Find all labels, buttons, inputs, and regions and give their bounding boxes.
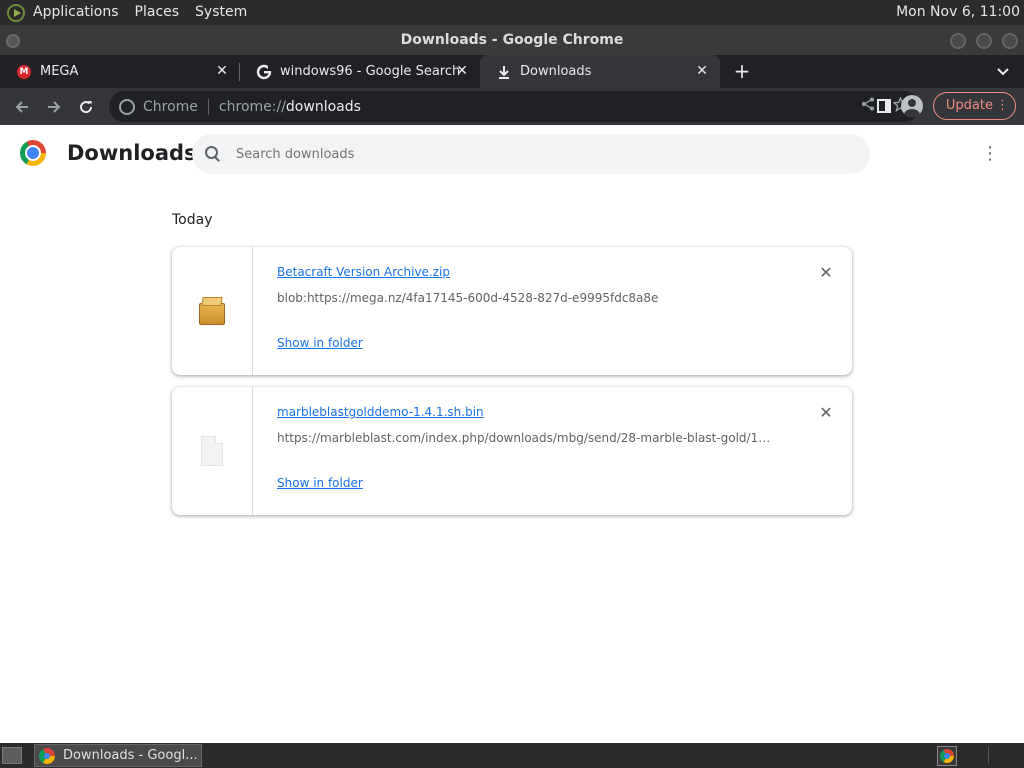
update-button[interactable]: Update ⋮ [932, 92, 1016, 120]
close-tab-icon[interactable]: ✕ [214, 63, 230, 79]
file-icon-area [172, 387, 253, 515]
remove-download-close-icon[interactable]: ✕ [818, 265, 834, 281]
taskbar-window-label: Downloads - Googl... [63, 748, 198, 763]
download-source-url: blob:https://mega.nz/4fa17145-600d-4528-… [277, 291, 659, 305]
tab-mega[interactable]: M MEGA ✕ [0, 55, 240, 88]
tab-label: Downloads [520, 64, 592, 79]
forward-button[interactable] [40, 93, 68, 121]
browser-toolbar: Chrome chrome://downloads Update ⋮ [0, 88, 1024, 125]
chrome-logo-icon [20, 140, 46, 166]
system-menu[interactable]: System [187, 0, 255, 25]
places-menu[interactable]: Places [127, 0, 188, 25]
downloads-header: Downloads ⋮ [0, 126, 1024, 182]
chrome-page-icon [119, 98, 135, 115]
page-menu-icon[interactable]: ⋮ [980, 144, 1000, 164]
side-panel-icon[interactable] [876, 99, 891, 113]
search-icon [204, 145, 222, 163]
show-desktop-icon[interactable] [2, 747, 22, 764]
new-tab-button[interactable]: + [726, 55, 758, 88]
address-bar[interactable]: Chrome chrome://downloads [109, 91, 920, 122]
close-tab-icon[interactable]: ✕ [454, 63, 470, 79]
tab-label: MEGA [40, 64, 79, 79]
minimize-button[interactable] [950, 33, 966, 49]
tab-search-chevron-icon[interactable] [994, 63, 1012, 81]
close-window-button[interactable] [1002, 33, 1018, 49]
desktop-taskbar: Downloads - Googl... [0, 743, 1024, 768]
download-item: Betacraft Version Archive.zip blob:https… [172, 247, 852, 375]
panel-clock[interactable]: Mon Nov 6, 11:00 [896, 0, 1020, 25]
url-path: downloads [285, 98, 361, 115]
download-file-link[interactable]: Betacraft Version Archive.zip [277, 265, 450, 279]
download-file-link[interactable]: marbleblastgolddemo-1.4.1.sh.bin [277, 405, 484, 419]
date-section-label: Today [172, 212, 213, 228]
download-icon [496, 64, 512, 80]
taskbar-window-button[interactable]: Downloads - Googl... [34, 744, 202, 767]
window-menu-icon[interactable] [6, 34, 20, 48]
zip-archive-icon [199, 297, 225, 325]
url-host: chrome:// [218, 98, 286, 115]
google-icon [256, 64, 272, 80]
toolbar-right-group: Update ⋮ [876, 92, 1016, 120]
search-downloads-input[interactable] [236, 146, 836, 162]
maximize-button[interactable] [976, 33, 992, 49]
remove-download-close-icon[interactable]: ✕ [818, 405, 834, 421]
close-tab-icon[interactable]: ✕ [694, 63, 710, 79]
show-in-folder-link[interactable]: Show in folder [277, 476, 363, 490]
desktop-top-panel: Applications Places System Mon Nov 6, 11… [0, 0, 1024, 25]
download-source-url: https://marbleblast.com/index.php/downlo… [277, 431, 777, 445]
workspace-separator [988, 747, 989, 764]
more-vert-icon: ⋮ [996, 98, 1009, 113]
search-downloads-box[interactable] [192, 134, 870, 174]
file-icon-area [172, 247, 253, 375]
page-scheme-label: Chrome [143, 98, 198, 115]
mega-icon: M [16, 64, 32, 80]
page-title: Downloads [67, 141, 197, 165]
mint-menu-icon[interactable] [7, 3, 25, 22]
window-titlebar[interactable]: Downloads - Google Chrome [0, 25, 1024, 55]
tab-downloads[interactable]: Downloads ✕ [480, 55, 720, 88]
workspace-chrome-icon[interactable] [937, 746, 957, 766]
applications-menu[interactable]: Applications [25, 0, 127, 25]
chrome-icon [39, 747, 55, 764]
profile-avatar-icon[interactable] [900, 95, 923, 117]
tab-google-search[interactable]: windows96 - Google Search ✕ [240, 55, 480, 88]
show-in-folder-link[interactable]: Show in folder [277, 336, 363, 350]
update-label: Update [945, 98, 993, 113]
share-icon[interactable] [861, 97, 875, 111]
generic-file-icon [201, 436, 223, 466]
tab-label: windows96 - Google Search [280, 64, 461, 79]
omnibox-divider [207, 98, 209, 115]
reload-button[interactable] [72, 93, 100, 121]
download-item: marbleblastgolddemo-1.4.1.sh.bin https:/… [172, 387, 852, 515]
back-button[interactable] [8, 93, 36, 121]
tab-strip: M MEGA ✕ windows96 - Google Search ✕ Dow… [0, 55, 1024, 88]
window-title: Downloads - Google Chrome [400, 32, 624, 48]
